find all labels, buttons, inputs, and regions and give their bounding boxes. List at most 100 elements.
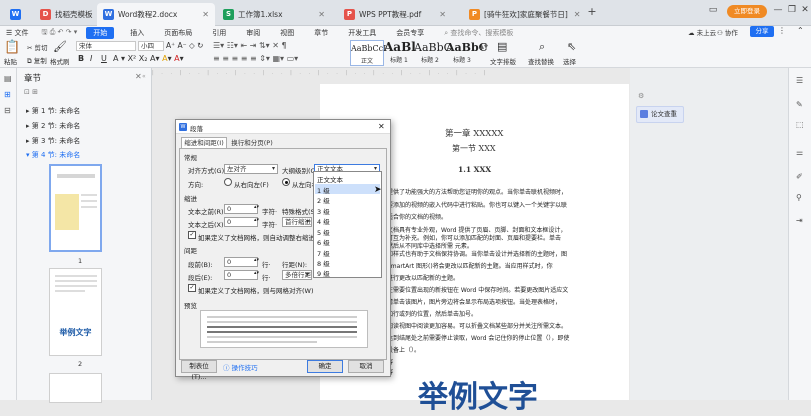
tab-word-doc[interactable]: W Word教程2.docx ✕ [97, 3, 215, 26]
space-before-input[interactable]: 0 [224, 257, 258, 267]
font-grow-icons[interactable]: A⁺ A⁻ ◇ ↻ [166, 41, 203, 50]
before-text-input[interactable]: 0 [224, 204, 258, 214]
filter-icon[interactable]: ☰ [796, 76, 803, 85]
close-icon[interactable]: ✕ [433, 10, 446, 19]
underline-icon[interactable]: U [101, 54, 107, 63]
close-icon[interactable]: ✕ [378, 122, 385, 131]
tab-xlsx[interactable]: S 工作簿1.xlsx ✕ [217, 3, 331, 26]
quick-access-icons[interactable]: 🖫 ⎙ ↶ ↷ ▾ [39, 28, 81, 39]
font-family-select[interactable]: 宋体 [76, 41, 136, 51]
tab-insert[interactable]: 插入 [120, 28, 154, 38]
text-layout-icon[interactable]: ▤ [497, 40, 507, 53]
line-spacing-select[interactable]: 多倍行距 [282, 270, 312, 280]
bookmark-icon[interactable]: ⊟ [4, 106, 11, 115]
tab-page-layout[interactable]: 页面布局 [154, 28, 202, 38]
brush-icon[interactable]: ✐ [796, 172, 803, 181]
tab-developer[interactable]: 开发工具 [338, 28, 386, 38]
share-button[interactable]: 分享 [750, 26, 774, 37]
search-box[interactable]: ⌕ 查找命令、搜索模板 [434, 28, 523, 38]
tab-indent-spacing[interactable]: 缩进和间距(I) [181, 137, 227, 148]
page-thumbnail[interactable] [49, 373, 102, 403]
dropdown-option[interactable]: 4 级 [317, 216, 330, 226]
snap-grid-checkbox[interactable]: ✓ [188, 284, 196, 292]
collab-button[interactable]: ⚇ 协作 [717, 27, 738, 37]
tab-chapter[interactable]: 章节 [304, 28, 338, 38]
dialog-titlebar[interactable] [176, 120, 390, 134]
shape-icon[interactable]: ⬚ [796, 120, 804, 129]
spinner-icon[interactable]: ▴▾ [254, 270, 259, 276]
dropdown-option[interactable]: 9 级 [317, 268, 330, 278]
tab-ppt[interactable]: P [骑牛狂欢]家庭聚餐节日] ✕ [463, 3, 581, 26]
tab-member[interactable]: 会员专享 [386, 28, 434, 38]
paste-icon[interactable]: 📋 [4, 40, 20, 55]
style-heading-1[interactable]: AaBl 标题 1 [384, 40, 416, 66]
dropdown-option[interactable]: 2 级 [317, 195, 330, 205]
dropdown-option[interactable]: 1 级 [317, 185, 330, 195]
tab-view[interactable]: 视图 [270, 28, 304, 38]
tabs-button[interactable]: 制表位(T)... [181, 360, 217, 381]
chapter-nav-icon[interactable]: ⊞ [4, 90, 11, 99]
tips-link[interactable]: ⓘ 操作技巧 [223, 362, 258, 372]
close-icon[interactable]: ✕ [568, 10, 581, 19]
special-format-select[interactable]: 首行缩进 [282, 217, 312, 227]
nav-chapter[interactable]: ▸ 第 3 节: 未命名 [26, 136, 80, 146]
nav-chapter[interactable]: ▸ 第 2 节: 未命名 [26, 121, 80, 131]
spinner-icon[interactable]: ▴▾ [254, 257, 259, 263]
dropdown-option[interactable]: 5 级 [317, 227, 330, 237]
style-scroll-icon[interactable]: ▴▾ [480, 42, 488, 51]
close-icon[interactable]: ✕ [135, 72, 142, 81]
format-painter-button[interactable]: 格式刷 [50, 56, 70, 66]
style-heading-2[interactable]: AaBbC 标题 2 [414, 40, 452, 66]
settings-icon[interactable]: ⚙ [638, 92, 644, 100]
collapse-panel-icon[interactable]: ⇥ [796, 216, 803, 225]
find-replace-button[interactable]: 查找替换 [528, 56, 554, 66]
cancel-button[interactable]: 取消 [348, 360, 384, 373]
after-text-input[interactable]: 0 [224, 217, 258, 227]
ltr-radio[interactable] [282, 178, 290, 186]
tab-line-page-break[interactable]: 换行和分页(P) [227, 138, 277, 148]
dropdown-option[interactable]: 8 级 [317, 258, 330, 268]
spinner-icon[interactable]: ▴▾ [254, 204, 259, 210]
page-icon[interactable]: ▤ [4, 74, 12, 83]
nav-tools-icons[interactable]: ⊡ ⊞ [24, 88, 38, 96]
text-layout-button[interactable]: 文字排版 [490, 56, 516, 66]
list-icons[interactable]: ☰▾ ☷▾ ⇤ ⇥ ⇅▾ ✕ ¶ [213, 41, 287, 50]
space-after-input[interactable]: 0 [224, 270, 258, 280]
format-painter-icon[interactable]: 🖌 [53, 40, 67, 53]
essay-check-button[interactable]: 论文查重 [636, 106, 684, 123]
close-icon[interactable]: ✕ [312, 10, 325, 19]
dropdown-option[interactable]: 6 级 [317, 237, 330, 247]
style-heading-3[interactable]: AaBbC 标题 3 [446, 40, 487, 66]
adjust-icon[interactable]: ⚌ [796, 148, 803, 157]
copy-button[interactable]: ⧉ 复制 [27, 55, 47, 66]
collapse-icon[interactable]: « [142, 73, 146, 80]
home-tab[interactable]: W [4, 3, 32, 26]
dropdown-option[interactable]: 7 级 [317, 248, 330, 258]
find-icon[interactable]: ⌕ [539, 40, 545, 54]
ok-button[interactable]: 确定 [307, 360, 343, 373]
align-icons[interactable]: ≡ ≡ ≡ ≡ ≡ ⇕▾ ▦▾ ▭▾ [213, 54, 298, 63]
alignment-select[interactable]: 左对齐 [224, 164, 278, 174]
cut-button[interactable]: ✂ 剪切 [27, 42, 48, 52]
nav-chapter-active[interactable]: ▾ 第 4 节: 未命名 [26, 150, 80, 160]
select-button[interactable]: 选择 [563, 56, 576, 66]
pen-icon[interactable]: ✎ [796, 100, 803, 109]
cloud-status[interactable]: ☁ 未上云 [688, 27, 716, 37]
restore-icon[interactable]: ❐ [785, 5, 799, 15]
collapse-ribbon-icon[interactable]: ⌃ [797, 26, 804, 35]
layout-icon[interactable]: ▭ [706, 5, 720, 15]
tab-start[interactable]: 开始 [86, 27, 115, 39]
file-menu[interactable]: ☰ 文件 [0, 28, 39, 38]
spinner-icon[interactable]: ▴▾ [254, 217, 259, 223]
close-window-icon[interactable]: ✕ [798, 5, 811, 15]
page-thumbnail[interactable] [49, 164, 102, 252]
minimize-icon[interactable]: — [771, 5, 785, 15]
close-icon[interactable]: ✕ [196, 10, 209, 19]
page-thumbnail[interactable]: 举例文字 [49, 268, 102, 356]
select-icon[interactable]: ⇖ [567, 40, 576, 53]
rtl-radio[interactable] [224, 178, 232, 186]
dropdown-option[interactable]: 正文文本 [317, 174, 343, 184]
login-button[interactable]: 立即登录 [727, 5, 767, 18]
tab-review[interactable]: 审阅 [236, 28, 270, 38]
text-effects-icons[interactable]: A ▾ X² X₂ A▾ A▾ A▾ [113, 54, 184, 63]
